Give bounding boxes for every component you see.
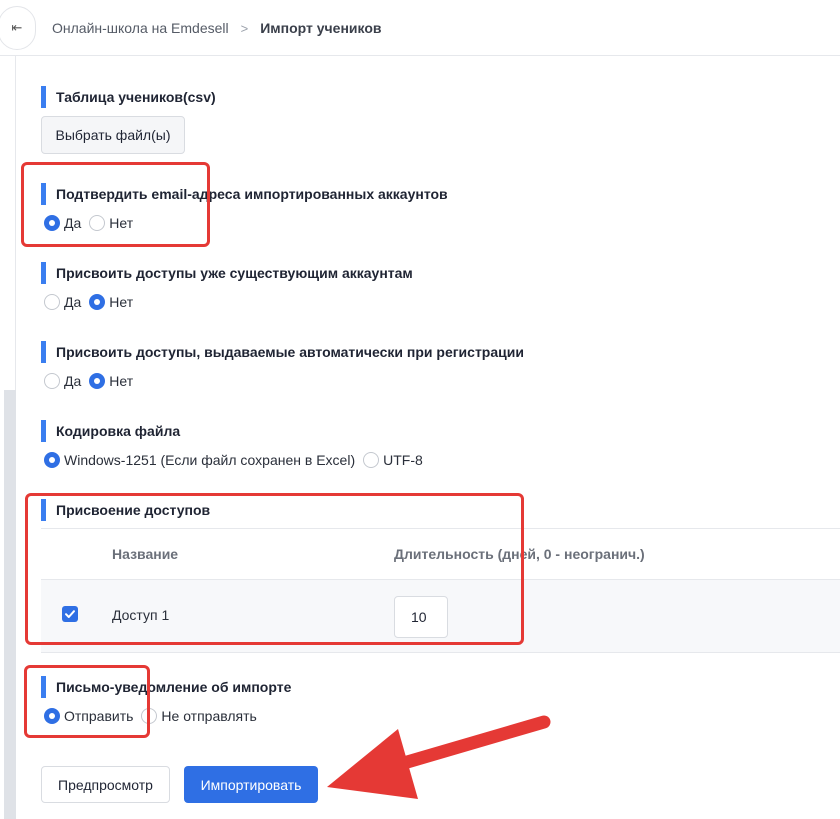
encoding-utf8-label[interactable]: UTF-8 [383,452,423,468]
column-header-name: Название [112,546,179,562]
assign-auto-title-text: Присвоить доступы, выдаваемые автоматиче… [56,344,524,360]
choose-files-button[interactable]: Выбрать файл(ы) [41,116,185,154]
access-section-title: Присвоение доступов [41,499,210,521]
encoding-radio-group: Windows-1251 (Если файл сохранен в Excel… [44,450,431,470]
confirm-email-title-text: Подтвердить email-адреса импортированных… [56,186,448,202]
encoding-windows1251-radio[interactable] [44,452,60,468]
preview-button[interactable]: Предпросмотр [41,766,170,803]
assign-auto-no-label[interactable]: Нет [109,373,133,389]
encoding-title-text: Кодировка файла [56,423,181,439]
assign-existing-no-label[interactable]: Нет [109,294,133,310]
checkmark-icon [65,610,75,618]
sidebar-collapse-icon: ⇤ [11,20,23,35]
section-marker [41,341,46,363]
section-marker [41,499,46,521]
column-header-duration: Длительность (дней, 0 - неогранич.) [394,546,645,562]
import-button[interactable]: Импортировать [184,766,318,803]
encoding-utf8-radio[interactable] [363,452,380,468]
csv-section-title: Таблица учеников(csv) [41,86,216,108]
notify-dont-send-radio[interactable] [141,708,158,724]
confirm-email-yes-label[interactable]: Да [64,215,81,231]
notify-dont-send-label[interactable]: Не отправлять [161,708,256,724]
notify-radio-group: Отправить Не отправлять [44,706,265,726]
notify-send-radio[interactable] [44,708,60,724]
notify-section-title: Письмо-уведомление об импорте [41,676,291,698]
sidebar-collapse-button[interactable]: ⇤ [0,6,36,50]
section-marker [41,676,46,698]
confirm-email-section-title: Подтвердить email-адреса импортированных… [41,183,448,205]
breadcrumb-school-link[interactable]: Онлайн-школа на Emdesell [52,20,229,36]
section-marker [41,86,46,108]
confirm-email-yes-radio[interactable] [44,215,60,231]
access-row-checkbox[interactable] [62,606,78,622]
csv-title-text: Таблица учеников(csv) [56,89,216,105]
notify-title-text: Письмо-уведомление об импорте [56,679,292,695]
assign-auto-radio-group: Да Нет [44,371,141,391]
top-bar: ⇤ Онлайн-школа на Emdesell > Импорт учен… [0,0,840,56]
access-title-text: Присвоение доступов [56,502,211,518]
encoding-windows1251-label[interactable]: Windows-1251 (Если файл сохранен в Excel… [64,452,355,468]
left-rail-scroll[interactable] [4,390,16,819]
assign-existing-section-title: Присвоить доступы уже существующим аккау… [41,262,413,284]
breadcrumb: Онлайн-школа на Emdesell > Импорт ученик… [52,20,382,36]
access-duration-input[interactable] [394,596,448,638]
assign-existing-yes-radio[interactable] [44,294,60,310]
breadcrumb-separator: > [240,20,249,36]
assign-auto-yes-radio[interactable] [44,373,60,389]
assign-existing-no-radio[interactable] [89,294,106,310]
confirm-email-no-radio[interactable] [89,215,106,231]
confirm-email-radio-group: Да Нет [44,213,141,233]
assign-auto-section-title: Присвоить доступы, выдаваемые автоматиче… [41,341,524,363]
section-marker [41,183,46,205]
assign-existing-title-text: Присвоить доступы уже существующим аккау… [56,265,413,281]
assign-existing-radio-group: Да Нет [44,292,141,312]
section-marker [41,262,46,284]
section-marker [41,420,46,442]
assign-auto-yes-label[interactable]: Да [64,373,81,389]
access-row-name: Доступ 1 [112,607,170,623]
access-table: Название Длительность (дней, 0 - неогран… [41,528,840,654]
assign-existing-yes-label[interactable]: Да [64,294,81,310]
confirm-email-no-label[interactable]: Нет [109,215,133,231]
encoding-section-title: Кодировка файла [41,420,180,442]
notify-send-label[interactable]: Отправить [64,708,133,724]
breadcrumb-current: Импорт учеников [260,20,382,36]
access-table-header: Название Длительность (дней, 0 - неогран… [41,528,840,580]
assign-auto-no-radio[interactable] [89,373,106,389]
table-row: Доступ 1 [41,580,840,653]
